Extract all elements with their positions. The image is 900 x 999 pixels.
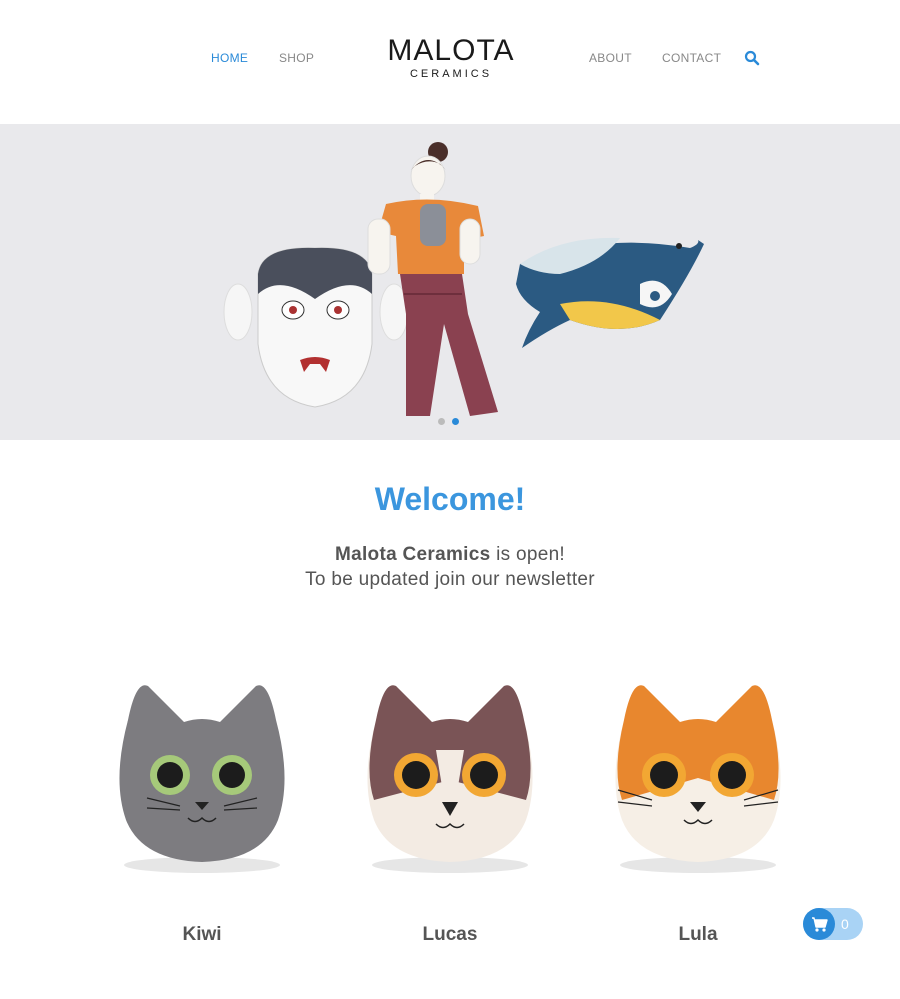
welcome-open-text: is open!: [490, 544, 566, 565]
product-image-kiwi: [119, 685, 285, 873]
welcome-line-2: To be updated join our newsletter: [305, 569, 595, 590]
nav-contact-link[interactable]: CONTACT: [662, 51, 721, 65]
logo-subtitle: CERAMICS: [409, 68, 493, 80]
slider-dot-2[interactable]: [452, 418, 459, 425]
search-icon[interactable]: [744, 50, 760, 66]
slider-dots: [438, 418, 459, 425]
product-card-lula[interactable]: Lula: [588, 660, 808, 960]
cart-button[interactable]: 0: [803, 908, 863, 940]
site-logo[interactable]: MALOTA CERAMICS: [383, 36, 519, 86]
figure-illustration: [367, 142, 498, 416]
site-header: HOME SHOP MALOTA CERAMICS ABOUT CONTACT: [0, 0, 900, 124]
logo-wordmark: MALOTA: [387, 34, 515, 67]
product-card-lucas[interactable]: Lucas: [340, 660, 560, 960]
nav-about-link[interactable]: ABOUT: [589, 51, 632, 65]
welcome-line-1: Malota Ceramics is open!: [0, 544, 900, 566]
product-card-kiwi[interactable]: Kiwi: [92, 660, 312, 960]
nav-shop-link[interactable]: SHOP: [279, 51, 314, 65]
cart-count: 0: [841, 916, 849, 932]
hero-slider[interactable]: [0, 124, 900, 440]
hero-image: [223, 142, 704, 416]
product-image-lula: [615, 685, 781, 873]
product-name-kiwi: Kiwi: [182, 924, 222, 945]
bird-illustration: [516, 237, 704, 348]
brand-name: Malota Ceramics: [334, 544, 491, 565]
product-name-lucas: Lucas: [422, 924, 478, 945]
welcome-title: Welcome!: [374, 481, 526, 517]
product-name-lula: Lula: [678, 924, 718, 945]
slider-dot-1[interactable]: [438, 418, 445, 425]
nav-home-link[interactable]: HOME: [211, 51, 248, 65]
cart-icon: [803, 908, 835, 940]
product-image-lucas: [367, 685, 533, 873]
